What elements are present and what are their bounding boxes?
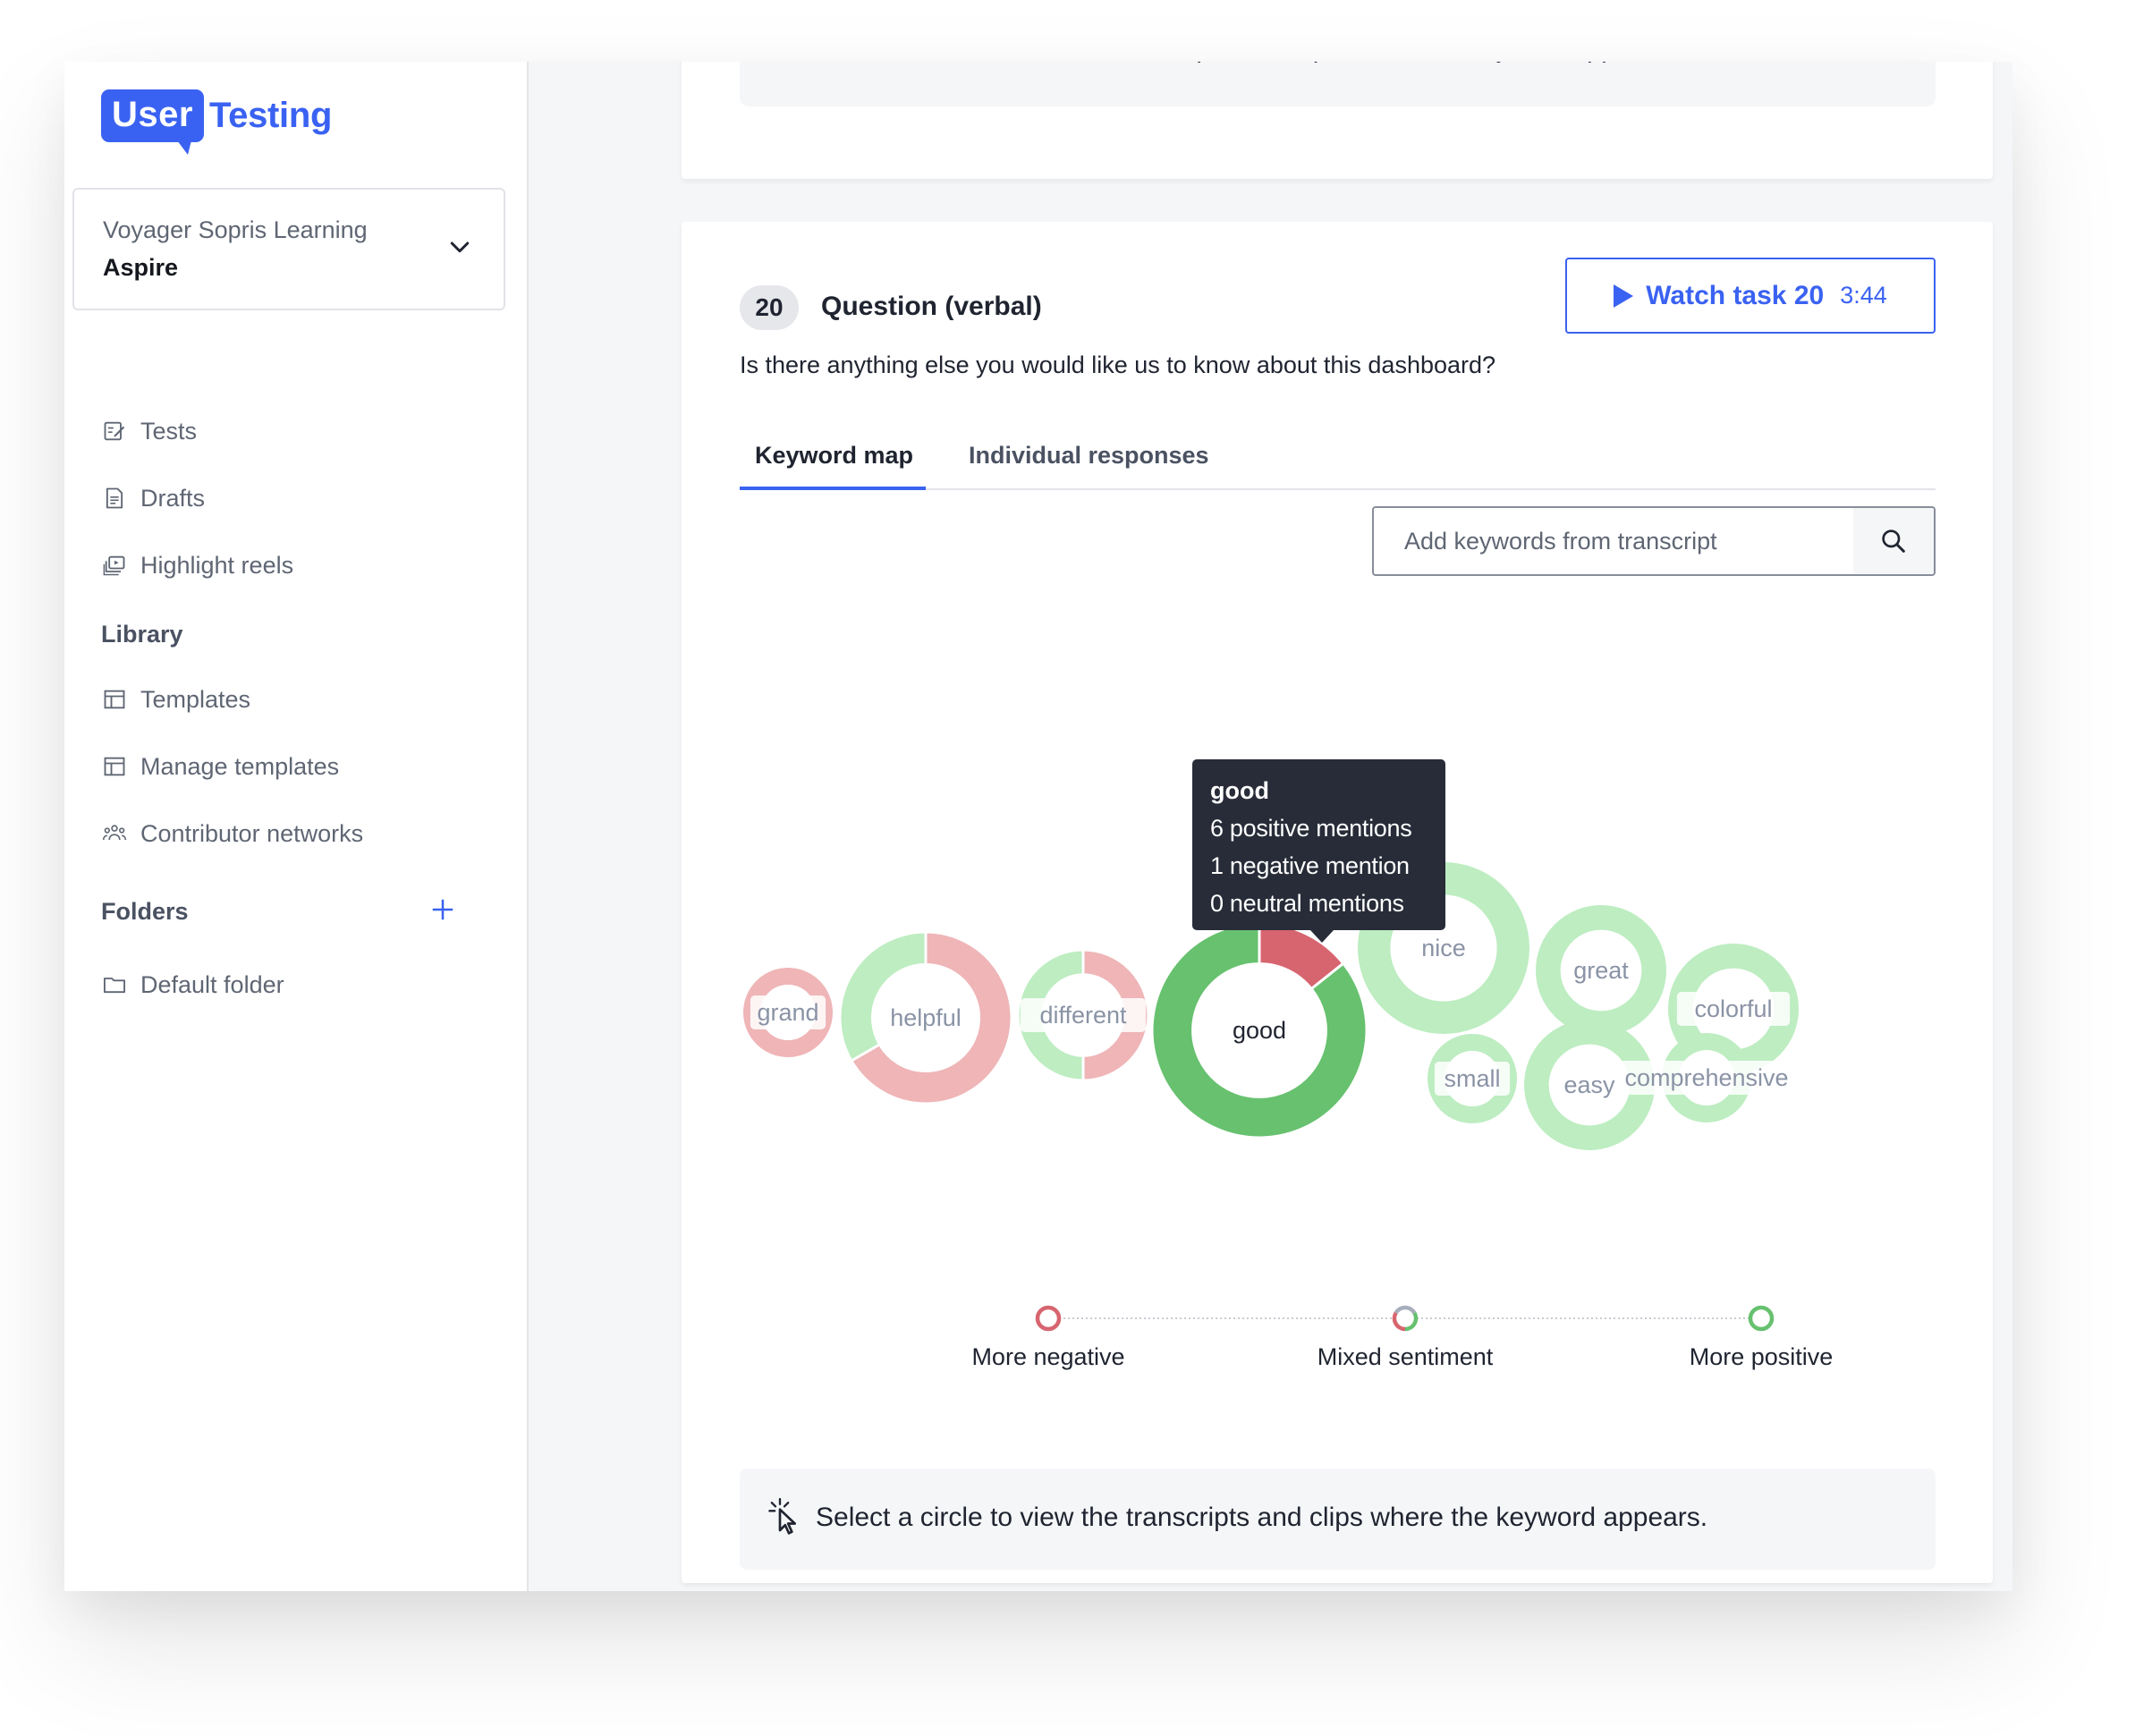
previous-hint-box: Select a circle to view the transcripts … — [740, 62, 1936, 106]
logo-testing-text: Testing — [208, 96, 333, 135]
usertesting-logo[interactable]: User Testing — [101, 89, 333, 155]
tooltip-positive: 6 positive mentions — [1210, 815, 1412, 842]
legend-label-positive: More positive — [1689, 1343, 1834, 1370]
keyword-bubble-different[interactable]: different — [1016, 948, 1150, 1082]
manage-templates-icon — [101, 753, 128, 780]
keyword-bubble-small[interactable]: small — [1428, 1034, 1517, 1123]
project-name: Aspire — [103, 254, 179, 281]
pointer-click-icon — [768, 1497, 796, 1535]
keyword-bubble-grand[interactable]: grand — [743, 968, 833, 1057]
bubble-label: grand — [757, 999, 818, 1026]
logo-user-badge: User — [101, 89, 204, 155]
account-switcher[interactable]: Voyager Sopris Learning Aspire — [72, 188, 505, 310]
sidebar-item-highlight-reels[interactable]: Highlight reels — [101, 547, 293, 583]
sidebar-item-label: Contributor networks — [140, 819, 364, 847]
keyword-tooltip: good 6 positive mentions 1 negative ment… — [1192, 759, 1445, 943]
tooltip-keyword: good — [1210, 777, 1269, 804]
sidebar-item-label: Tests — [140, 417, 198, 445]
sidebar-item-tests[interactable]: Tests — [101, 413, 197, 449]
contributor-networks-icon — [101, 820, 128, 847]
sidebar-item-label: Drafts — [140, 484, 206, 512]
chevron-down-icon — [450, 241, 470, 253]
folder-icon — [101, 971, 128, 998]
bubble-label: different — [1039, 1002, 1127, 1029]
keyword-hint-text: Select a circle to view the transcripts … — [816, 1503, 1708, 1532]
legend-label-mixed: Mixed sentiment — [1317, 1343, 1494, 1370]
highlight-reels-icon — [101, 552, 128, 579]
keyword-bubble-helpful[interactable]: helpful — [838, 930, 1013, 1105]
templates-icon — [101, 686, 128, 713]
drafts-icon — [101, 485, 128, 512]
sidebar-item-manage-templates[interactable]: Manage templates — [101, 749, 339, 784]
bubble-label: colorful — [1694, 995, 1772, 1022]
app-window: User Testing Voyager Sopris Learning Asp… — [64, 62, 2012, 1591]
bubble-label: great — [1573, 957, 1629, 984]
keyword-bubble-good[interactable]: good — [1150, 921, 1368, 1139]
sidebar-item-label: Manage templates — [140, 752, 340, 780]
folders-heading: Folders — [101, 898, 189, 925]
tooltip-negative: 1 negative mention — [1210, 852, 1410, 879]
bubble-label: nice — [1421, 935, 1466, 961]
previous-question-card: Select a circle to view the transcripts … — [682, 62, 1993, 179]
keyword-bubble-great[interactable]: great — [1535, 904, 1666, 1036]
organization-name: Voyager Sopris Learning — [103, 216, 368, 243]
bubble-label: small — [1444, 1065, 1500, 1092]
sidebar-item-default-folder[interactable]: Default folder — [101, 967, 284, 1003]
bubble-label: helpful — [890, 1004, 962, 1031]
question-card: 20 Question (verbal) Is there anything e… — [682, 222, 1993, 1583]
legend-label-negative: More negative — [971, 1343, 1125, 1370]
bubble-label: comprehensive — [1624, 1064, 1788, 1091]
bubble-label: easy — [1563, 1071, 1615, 1098]
keyword-hint-box: Select a circle to view the transcripts … — [740, 1469, 1936, 1570]
sidebar: User Testing Voyager Sopris Learning Asp… — [64, 62, 529, 1591]
sidebar-item-contributor-networks[interactable]: Contributor networks — [101, 816, 363, 851]
add-folder-button[interactable] — [427, 893, 459, 926]
library-heading: Library — [101, 621, 183, 648]
sidebar-item-label: Highlight reels — [140, 551, 294, 579]
previous-hint-text: Select a circle to view the transcripts … — [811, 62, 1673, 64]
bubble-label: good — [1233, 1017, 1286, 1044]
sidebar-item-label: Templates — [140, 685, 251, 713]
sidebar-item-templates[interactable]: Templates — [101, 682, 250, 717]
sidebar-item-label: Default folder — [140, 970, 284, 998]
sidebar-item-drafts[interactable]: Drafts — [101, 480, 205, 516]
tests-icon — [101, 418, 128, 445]
plus-icon — [432, 899, 453, 920]
tooltip-neutral: 0 neutral mentions — [1210, 890, 1404, 917]
